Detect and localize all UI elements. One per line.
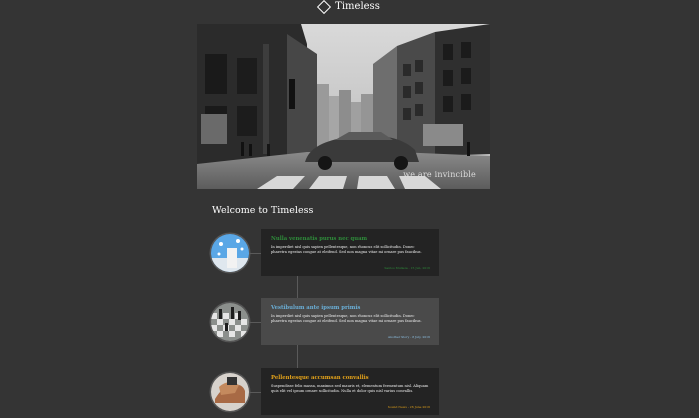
timeline-card-title[interactable]: Vestibulum ante ipsum primis — [271, 305, 430, 311]
avatar-hands — [211, 373, 249, 411]
timeline-item[interactable]: Vestibulum ante ipsum primis In imperdie… — [211, 298, 440, 348]
timeline-card-text: In imperdiet nisl quis sapien pellentesq… — [271, 314, 422, 323]
balloons-image — [211, 234, 249, 272]
timeline-card: Nulla venenatis purus nec quam In imperd… — [261, 229, 439, 276]
timeline-card-title[interactable]: Nulla venenatis purus nec quam — [271, 236, 430, 242]
street-photo — [197, 24, 490, 189]
timeline-card-meta: Santos Mulleza - 15 Jun, 2016 — [384, 266, 430, 270]
timeline-card-text: In imperdiet nisl quis sapien pellentesq… — [271, 245, 422, 254]
timeline-item[interactable]: Nulla venenatis purus nec quam In imperd… — [211, 229, 440, 279]
page-title: Welcome to Timeless — [212, 205, 314, 216]
avatar-balloons — [211, 234, 249, 272]
timeline-card: Vestibulum ante ipsum primis In imperdie… — [261, 298, 439, 345]
timeline-card-meta: Another Story - 8 July, 2016 — [387, 335, 430, 339]
site-logo[interactable]: Timeless — [0, 0, 699, 15]
hero-image: we are invincible — [197, 24, 490, 189]
hero-caption: we are invincible — [403, 170, 476, 179]
hands-image — [211, 373, 249, 411]
chess-image — [211, 303, 249, 341]
timeline-item[interactable]: Pellentesque accumsan convallis Suspendi… — [211, 368, 440, 418]
avatar-chess — [211, 303, 249, 341]
timeline-card-meta: Sound News - 26 June 2016 — [387, 405, 430, 409]
diamond-logo-icon — [317, 0, 332, 15]
timeline-card-title[interactable]: Pellentesque accumsan convallis — [271, 375, 430, 381]
timeline-card: Pellentesque accumsan convallis Suspendi… — [261, 368, 439, 415]
brand-name: Timeless — [335, 1, 380, 12]
timeline-card-text: Suspendisse felis massa, maximus sed mau… — [271, 384, 429, 393]
